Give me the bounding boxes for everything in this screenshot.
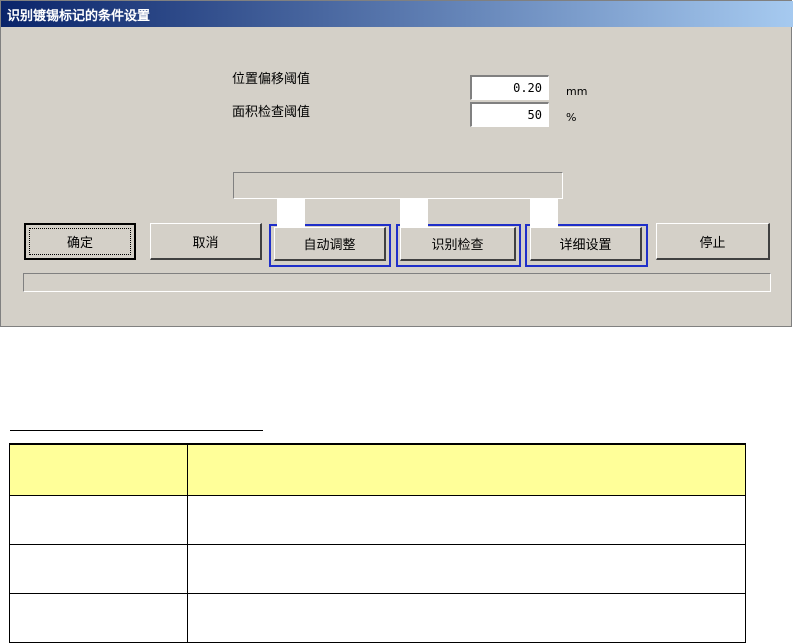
stop-button[interactable]: 停止 xyxy=(656,223,770,260)
table-cell xyxy=(187,544,746,594)
table-cell xyxy=(9,495,188,545)
position-offset-unit: mm xyxy=(566,85,588,98)
table-cell xyxy=(187,593,746,643)
table-row xyxy=(9,544,746,594)
area-check-unit: % xyxy=(566,111,577,124)
cancel-button[interactable]: 取消 xyxy=(150,223,262,260)
callout-marker-2 xyxy=(400,199,428,227)
area-check-threshold-input[interactable]: 50 xyxy=(470,102,549,127)
title-bar: 识别镀锡标记的条件设置 xyxy=(1,1,793,27)
status-progress-bar xyxy=(233,172,563,199)
table-row xyxy=(9,593,746,643)
ok-button[interactable]: 确定 xyxy=(24,223,136,260)
table-cell xyxy=(9,593,188,643)
description-table xyxy=(9,443,746,643)
auto-adjust-highlight xyxy=(269,224,391,267)
section-underline xyxy=(10,430,263,431)
area-check-threshold-label: 面积检查阈值 xyxy=(232,105,311,120)
position-offset-threshold-label: 位置偏移阈值 xyxy=(232,72,311,87)
header-col-2 xyxy=(187,443,746,496)
detail-settings-highlight xyxy=(525,224,648,267)
dialog-title: 识别镀锡标记的条件设置 xyxy=(7,9,151,24)
table-header-row xyxy=(9,443,746,496)
table-row xyxy=(9,495,746,545)
header-col-1 xyxy=(9,443,188,496)
table-cell xyxy=(187,495,746,545)
table-cell xyxy=(9,544,188,594)
callout-marker-3 xyxy=(530,199,558,227)
settings-dialog: 识别镀锡标记的条件设置 位置偏移阈值 0.20 mm 面积检查阈值 50 % 确… xyxy=(0,0,793,327)
identify-check-highlight xyxy=(396,224,521,267)
callout-marker-1 xyxy=(277,199,305,227)
bottom-progress-bar xyxy=(23,273,771,292)
position-offset-threshold-input[interactable]: 0.20 xyxy=(470,75,549,100)
